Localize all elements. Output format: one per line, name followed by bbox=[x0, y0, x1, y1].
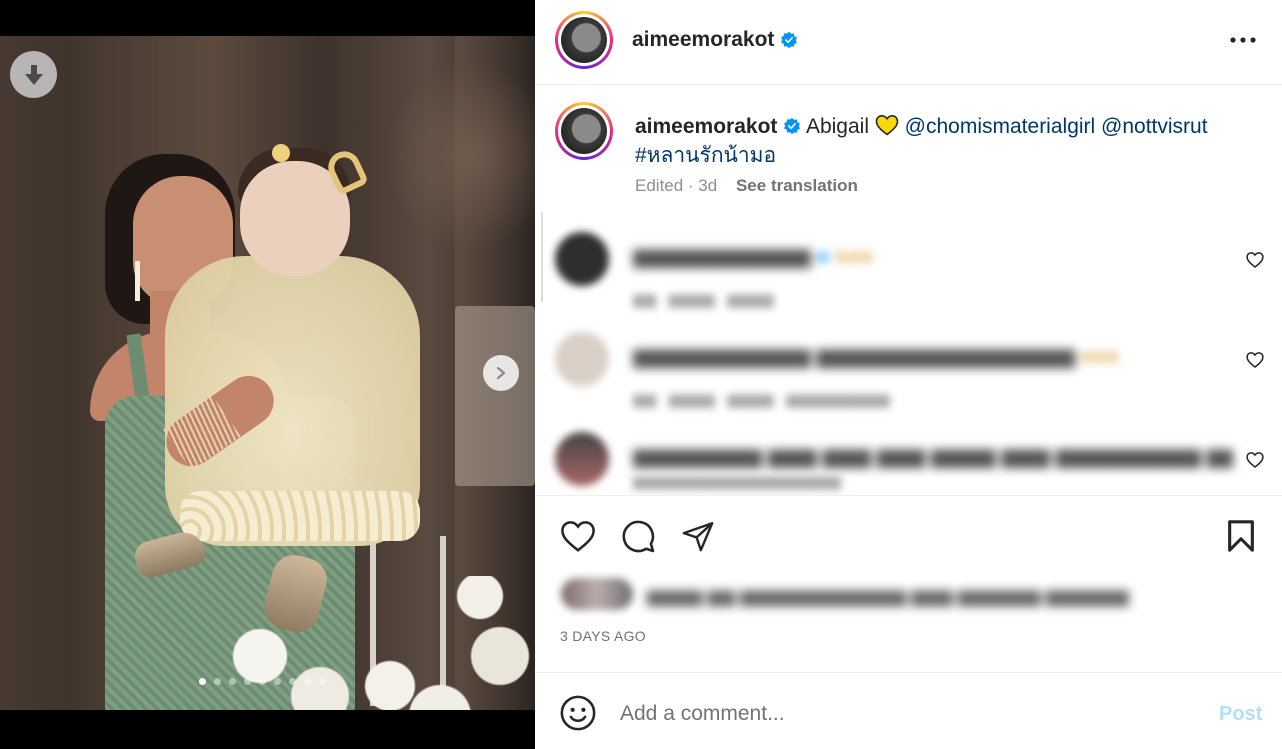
comment-item: ▆▆▆▆▆▆▆▆ ▆▆▆ ▆▆▆ ▆▆▆ ▆▆▆▆ ▆▆▆ ▆▆▆▆▆▆▆▆▆ … bbox=[555, 432, 1264, 495]
caption-body: Abigail bbox=[805, 115, 869, 138]
mention-link[interactable]: @chomismaterialgirl bbox=[905, 115, 1096, 138]
carousel-dot bbox=[259, 678, 266, 685]
smiley-icon[interactable] bbox=[559, 694, 597, 732]
comment-icon bbox=[622, 520, 655, 553]
carousel-dot bbox=[274, 678, 281, 685]
comment-item: ▆▆▆▆▆▆▆▆▆▆▆ ● ●●● ▆▆ ▆▆▆▆ ▆▆▆▆ bbox=[555, 232, 1264, 312]
carousel-dot bbox=[199, 678, 206, 685]
white-flowers bbox=[230, 576, 535, 710]
send-icon bbox=[682, 522, 714, 552]
share-button[interactable] bbox=[677, 515, 719, 557]
comments-list[interactable]: ▆▆▆▆▆▆▆▆▆▆▆ ● ●●● ▆▆ ▆▆▆▆ ▆▆▆▆ ▆▆▆▆▆▆▆▆▆… bbox=[535, 212, 1282, 496]
carousel-dot bbox=[214, 678, 221, 685]
comment-text-blurred: ▆▆▆▆▆▆▆▆▆▆▆ ▆▆▆▆▆▆▆▆▆▆▆▆▆▆▆▆ ●●● bbox=[633, 345, 1119, 368]
download-icon bbox=[24, 64, 43, 85]
avatar-image bbox=[561, 17, 607, 63]
verified-badge-icon bbox=[784, 117, 801, 135]
post-actions bbox=[555, 515, 1262, 559]
comment-like-heart-icon[interactable] bbox=[1245, 250, 1265, 270]
comment-meta-blurred: ▆▆ ▆▆▆▆ ▆▆▆▆ bbox=[633, 291, 774, 308]
chevron-right-icon bbox=[496, 366, 506, 380]
post-photo[interactable] bbox=[0, 36, 535, 710]
verified-badge-icon bbox=[781, 31, 798, 49]
likers-avatars bbox=[561, 578, 633, 610]
carousel-dot bbox=[229, 678, 236, 685]
username-text[interactable]: aimeemorakot bbox=[632, 28, 774, 52]
earring bbox=[135, 261, 140, 301]
avatar-image bbox=[561, 108, 607, 154]
hashtag-link[interactable]: #หลานรักน้ามอ bbox=[635, 144, 776, 167]
post-date[interactable]: 3 DAYS AGO bbox=[560, 628, 646, 644]
comment-like-heart-icon[interactable] bbox=[1245, 350, 1265, 370]
hair-clip bbox=[272, 144, 290, 162]
comment-input[interactable] bbox=[620, 697, 1180, 731]
likes-text-blurred: ▆▆▆▆ ▆▆ ▆▆▆▆▆▆▆▆▆▆▆▆ ▆▆▆ ▆▆▆▆▆▆ ▆▆▆▆▆▆ bbox=[647, 586, 1129, 606]
curtain bbox=[0, 36, 70, 710]
caption-meta: Edited · 3d See translation bbox=[635, 176, 858, 196]
caption-text: aimeemorakot Abigail @chomismaterialgirl… bbox=[635, 112, 1255, 170]
comment-meta-blurred: ▆▆ ▆▆▆▆ ▆▆▆▆ ▆▆▆▆▆▆▆▆▆ bbox=[633, 391, 890, 408]
avatar-border bbox=[558, 14, 610, 66]
post-comment-button[interactable]: Post bbox=[1219, 703, 1262, 726]
add-comment-bar: Post bbox=[535, 672, 1282, 749]
save-button[interactable] bbox=[1220, 515, 1262, 557]
comment-like-heart-icon[interactable] bbox=[1245, 450, 1265, 470]
likes-summary-blurred[interactable]: ▆▆▆▆ ▆▆ ▆▆▆▆▆▆▆▆▆▆▆▆ ▆▆▆ ▆▆▆▆▆▆ ▆▆▆▆▆▆ bbox=[555, 574, 1235, 614]
scroll-indicator bbox=[541, 212, 543, 302]
heart-icon bbox=[561, 521, 595, 552]
post-side-panel: aimeemorakot aimeemorakot Abigail @chomi… bbox=[535, 0, 1282, 749]
more-horizontal-icon bbox=[1230, 37, 1256, 43]
carousel-dot bbox=[319, 678, 326, 685]
comment-avatar[interactable] bbox=[555, 332, 609, 386]
post-header: aimeemorakot bbox=[535, 0, 1282, 85]
carousel-dot bbox=[304, 678, 311, 685]
comment-item: ▆▆▆▆▆▆▆▆▆▆▆ ▆▆▆▆▆▆▆▆▆▆▆▆▆▆▆▆ ●●● ▆▆ ▆▆▆▆… bbox=[555, 332, 1264, 412]
see-translation-button[interactable]: See translation bbox=[736, 176, 858, 195]
caption-avatar[interactable] bbox=[555, 102, 613, 160]
edited-timestamp[interactable]: Edited · 3d bbox=[635, 176, 717, 195]
avatar[interactable] bbox=[555, 11, 613, 69]
yellow-heart-icon bbox=[875, 114, 899, 136]
post-media bbox=[0, 0, 535, 749]
header-username[interactable]: aimeemorakot bbox=[632, 28, 798, 52]
comment-button[interactable] bbox=[617, 515, 659, 557]
comment-meta-blurred: ▆▆▆▆▆▆▆▆▆▆▆▆▆▆▆▆▆▆ bbox=[633, 473, 841, 490]
background-panel bbox=[455, 306, 535, 486]
more-options-button[interactable] bbox=[1225, 26, 1261, 54]
bookmark-icon bbox=[1228, 520, 1254, 552]
next-media-button[interactable] bbox=[483, 355, 519, 391]
avatar-border bbox=[558, 105, 610, 157]
carousel-dot bbox=[289, 678, 296, 685]
comment-text-blurred: ▆▆▆▆▆▆▆▆▆▆▆ ● ●●● bbox=[633, 245, 874, 268]
comment-avatar[interactable] bbox=[555, 232, 609, 286]
download-button[interactable] bbox=[10, 51, 57, 98]
baby-ruffle bbox=[180, 491, 420, 541]
comment-avatar[interactable] bbox=[555, 432, 609, 486]
caption-username[interactable]: aimeemorakot bbox=[635, 115, 777, 138]
carousel-indicator bbox=[199, 678, 326, 685]
carousel-dot bbox=[244, 678, 251, 685]
comment-text-blurred: ▆▆▆▆▆▆▆▆ ▆▆▆ ▆▆▆ ▆▆▆ ▆▆▆▆ ▆▆▆ ▆▆▆▆▆▆▆▆▆ … bbox=[633, 445, 1233, 468]
like-button[interactable] bbox=[557, 515, 599, 557]
mention-link[interactable]: @nottvisrut bbox=[1101, 115, 1208, 138]
